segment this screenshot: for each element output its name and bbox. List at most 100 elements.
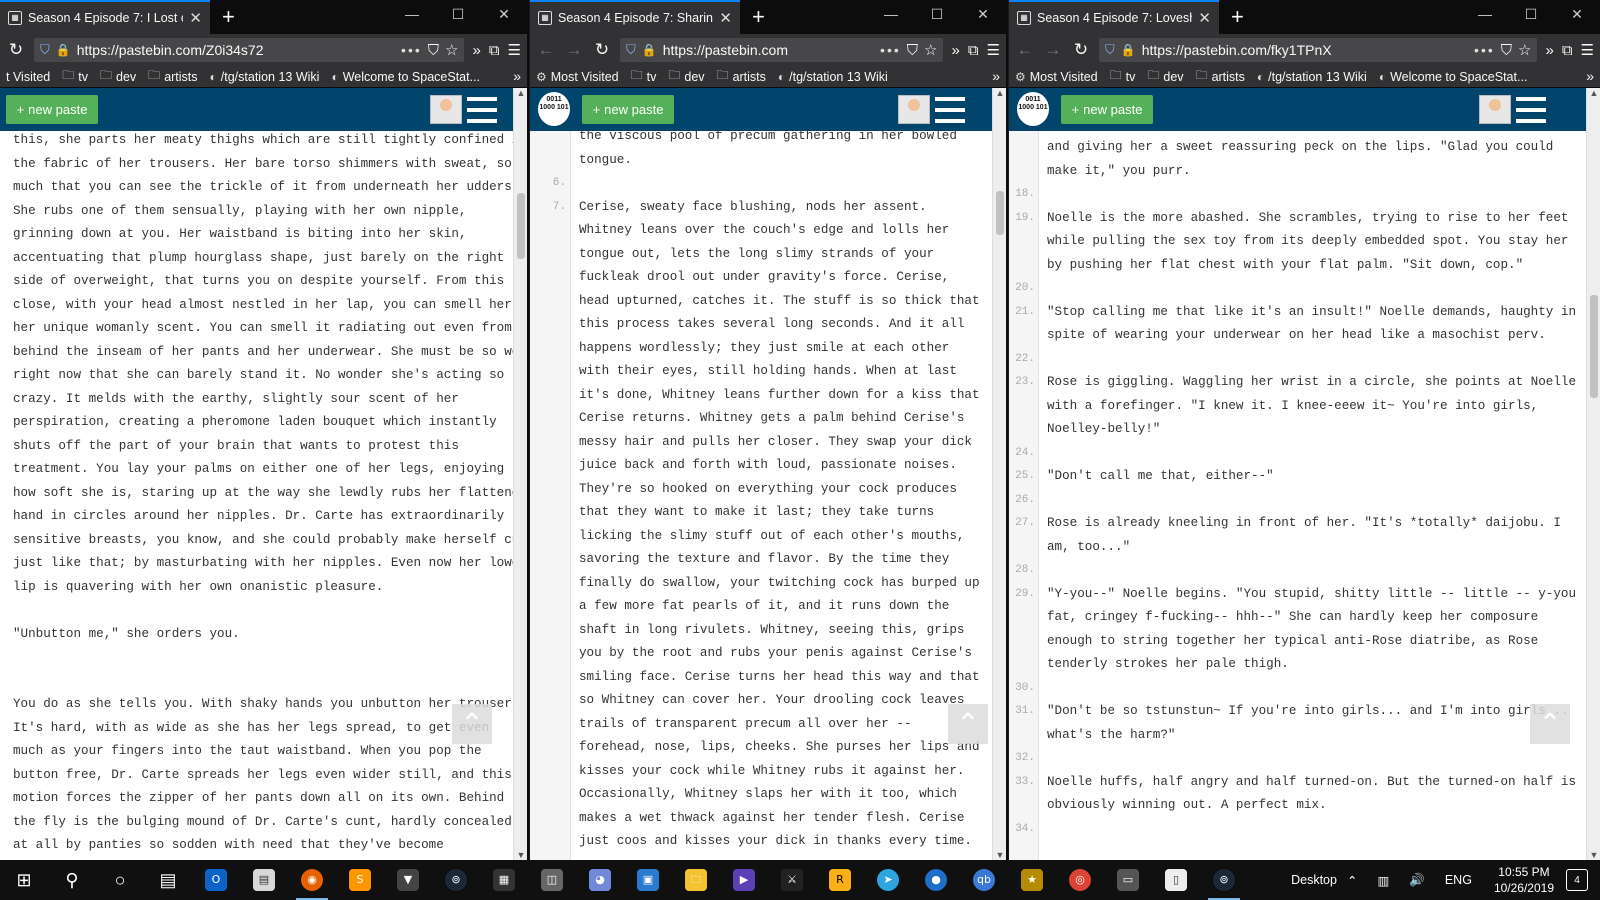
scrollbar[interactable]: ▲ ▼	[992, 88, 1006, 860]
hamburger-menu-icon[interactable]	[935, 97, 965, 123]
lock-icon[interactable]: 🔒	[1121, 43, 1136, 57]
file-explorer-icon[interactable]: 🗀	[672, 860, 720, 900]
hamburger-menu-icon[interactable]	[1516, 97, 1546, 123]
close-window-icon[interactable]: ✕	[1554, 6, 1600, 23]
language-indicator[interactable]: ENG	[1445, 873, 1472, 887]
page-actions-icon[interactable]: •••	[401, 42, 422, 58]
pastebin-logo[interactable]: 0011 1000 101	[1017, 92, 1049, 126]
bookmark-dev[interactable]: 🗀 dev	[668, 66, 704, 87]
bookmark-tv[interactable]: 🗀 tv	[1110, 66, 1136, 87]
new-paste-button[interactable]: + new paste	[582, 95, 674, 124]
overflow-chevron-icon[interactable]: »	[951, 42, 959, 59]
windows-start-icon[interactable]: ⊞	[0, 860, 48, 900]
scrollbar[interactable]: ▲ ▼	[513, 88, 527, 860]
bookmark-tg-wiki[interactable]: ◐/tg/station 13 Wiki	[1257, 70, 1367, 84]
bookmark-spacestation[interactable]: ◐ Welcome to SpaceStat...	[331, 70, 480, 84]
volume-icon[interactable]: 🔊	[1409, 873, 1425, 888]
url-bar[interactable]: ⛉ 🔒 https://pastebin.com ••• ⛉ ☆	[620, 38, 944, 62]
steam-icon[interactable]: ⊚	[432, 860, 480, 900]
rockstar-launcher-icon[interactable]: R	[816, 860, 864, 900]
avatar[interactable]	[430, 95, 462, 124]
reload-icon[interactable]: ↻	[592, 40, 612, 60]
bookmark-tg-wiki[interactable]: ◐/tg/station 13 Wiki	[210, 70, 320, 84]
document-icon[interactable]: ▯	[1152, 860, 1200, 900]
lock-icon[interactable]: 🔒	[642, 43, 657, 57]
bookmark-tv[interactable]: 🗀 tv	[62, 66, 88, 87]
search-icon[interactable]: ⚲	[48, 860, 96, 900]
video-editor-icon[interactable]: ▶	[720, 860, 768, 900]
clock[interactable]: 10:55 PM 10/26/2019	[1494, 864, 1554, 896]
scroll-down-icon[interactable]: ▼	[514, 850, 527, 860]
close-window-icon[interactable]: ✕	[960, 6, 1006, 23]
media-player-icon[interactable]: ▦	[480, 860, 528, 900]
close-tab-icon[interactable]: ✕	[189, 9, 202, 27]
telegram-icon[interactable]: ➤	[864, 860, 912, 900]
scroll-down-icon[interactable]: ▼	[1587, 850, 1600, 860]
forward-icon[interactable]: →	[1043, 40, 1063, 60]
bookmarks-overflow-icon[interactable]: »	[1586, 68, 1594, 84]
scroll-up-icon[interactable]: ▲	[993, 88, 1006, 98]
bookmarks-overflow-icon[interactable]: »	[992, 68, 1000, 84]
page-actions-icon[interactable]: •••	[880, 42, 901, 58]
bookmark-tv[interactable]: 🗀 tv	[631, 66, 657, 87]
lock-icon[interactable]: 🔒	[56, 43, 71, 57]
scroll-up-icon[interactable]: ▲	[514, 88, 527, 98]
new-tab-button[interactable]: +	[752, 5, 765, 29]
scroll-thumb[interactable]	[517, 193, 525, 259]
task-view-icon[interactable]: ▤	[144, 860, 192, 900]
steam-2-icon[interactable]: ⊚	[1200, 860, 1248, 900]
bookmark-tg-wiki[interactable]: ◐/tg/station 13 Wiki	[778, 70, 888, 84]
maximize-icon[interactable]: ☐	[435, 6, 481, 23]
back-icon[interactable]: ←	[1015, 40, 1035, 60]
windows-store-icon[interactable]: ◫	[528, 860, 576, 900]
tracking-shield-icon[interactable]: ⛉	[1105, 42, 1115, 58]
close-tab-icon[interactable]: ✕	[1198, 9, 1211, 27]
tracking-shield-icon[interactable]: ⛉	[626, 42, 636, 58]
minimize-icon[interactable]: —	[389, 6, 435, 23]
pastebin-logo[interactable]: 0011 1000 101	[538, 92, 570, 126]
notifications-icon[interactable]: 4	[1566, 869, 1588, 891]
extensions-icon[interactable]: ⧉	[489, 42, 500, 59]
bookmark-artists[interactable]: 🗀 artists	[1196, 66, 1245, 87]
url-bar[interactable]: ⛉ 🔒 https://pastebin.com/Z0i34s72 ••• ⛉ …	[34, 38, 465, 62]
scroll-to-top-icon[interactable]: ⌃	[948, 704, 988, 744]
hamburger-menu-icon[interactable]	[467, 97, 497, 123]
file-app-icon[interactable]: ▤	[240, 860, 288, 900]
pocket-icon[interactable]: ⛉	[1501, 42, 1512, 59]
new-paste-button[interactable]: + new paste	[6, 95, 98, 124]
bookmark-dev[interactable]: 🗀 dev	[1147, 66, 1183, 87]
back-icon[interactable]: ←	[536, 40, 556, 60]
minimize-icon[interactable]: —	[1462, 6, 1508, 23]
extensions-icon[interactable]: ⧉	[1562, 42, 1573, 59]
bookmark-star-icon[interactable]: ☆	[924, 41, 937, 59]
new-tab-button[interactable]: +	[1231, 5, 1244, 29]
page-actions-icon[interactable]: •••	[1474, 42, 1495, 58]
reload-icon[interactable]: ↻	[1071, 40, 1091, 60]
chevron-up-icon[interactable]: ⌃	[1347, 873, 1357, 888]
scroll-up-icon[interactable]: ▲	[1587, 88, 1600, 98]
extensions-icon[interactable]: ⧉	[968, 42, 979, 59]
overflow-chevron-icon[interactable]: »	[1545, 42, 1553, 59]
forward-icon[interactable]: →	[564, 40, 584, 60]
scroll-to-top-icon[interactable]: ⌃	[1530, 704, 1570, 744]
tab-active[interactable]: ▦ Season 4 Episode 7: Sharing He ✕	[530, 0, 740, 34]
sublime-text-icon[interactable]: S	[336, 860, 384, 900]
url-bar[interactable]: ⛉ 🔒 https://pastebin.com/fky1TPnX ••• ⛉ …	[1099, 38, 1538, 62]
bookmark-most-visited[interactable]: t Visited	[6, 70, 50, 84]
close-tab-icon[interactable]: ✕	[719, 9, 732, 27]
menu-icon[interactable]: ☰	[987, 41, 1000, 59]
bookmark-spacestation[interactable]: ◐ Welcome to SpaceStat...	[1379, 70, 1528, 84]
star-app-icon[interactable]: ★	[1008, 860, 1056, 900]
water-drop-app-icon[interactable]: ●	[912, 860, 960, 900]
scroll-thumb[interactable]	[1590, 295, 1598, 398]
scroll-thumb[interactable]	[996, 191, 1004, 235]
sword-game-icon[interactable]: ⚔	[768, 860, 816, 900]
tracking-shield-icon[interactable]: ⛉	[40, 42, 50, 58]
menu-icon[interactable]: ☰	[508, 41, 521, 59]
avatar[interactable]	[1479, 95, 1511, 124]
avatar[interactable]	[898, 95, 930, 124]
bookmark-most-visited[interactable]: ⚙ Most Visited	[1015, 70, 1098, 84]
scroll-to-top-icon[interactable]: ⌃	[452, 704, 492, 744]
new-paste-button[interactable]: + new paste	[1061, 95, 1153, 124]
close-window-icon[interactable]: ✕	[481, 6, 527, 23]
